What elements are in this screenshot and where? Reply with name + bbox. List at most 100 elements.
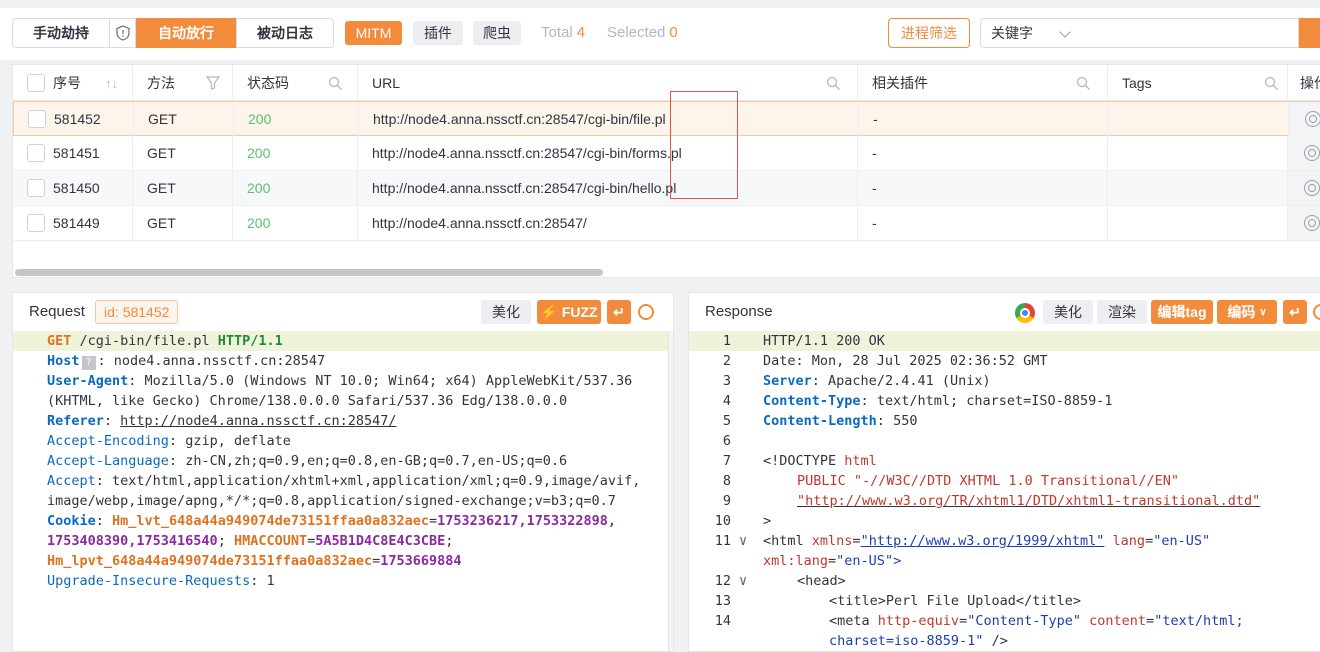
- search-input[interactable]: [1079, 18, 1299, 48]
- chevron-down-icon: [1059, 26, 1071, 38]
- col-seq[interactable]: 序号 ↑↓: [13, 65, 133, 101]
- shield-icon[interactable]: [110, 18, 136, 48]
- total-count: Total 4: [541, 24, 585, 41]
- encode-label: 编码: [1227, 304, 1256, 320]
- browser-open-icon[interactable]: [1304, 180, 1320, 196]
- fuzz-button[interactable]: ⚡ FUZZ: [537, 300, 601, 324]
- auto-release-button[interactable]: 自动放行: [136, 18, 236, 48]
- fuzz-label: FUZZ: [561, 304, 598, 320]
- col-status-label: 状态码: [247, 75, 289, 91]
- select-all-checkbox[interactable]: [27, 74, 45, 92]
- table-row[interactable]: 581450 GET 200 http://node4.anna.nssctf.…: [13, 171, 1320, 206]
- col-tags[interactable]: Tags: [1108, 65, 1288, 101]
- row-checkbox[interactable]: [28, 110, 46, 128]
- row-status: 200: [233, 136, 358, 170]
- row-url: http://node4.anna.nssctf.cn:28547/cgi-bi…: [359, 102, 859, 136]
- process-filter-button[interactable]: 进程筛选: [888, 18, 970, 48]
- passive-log-button[interactable]: 被动日志: [236, 18, 334, 48]
- chrome-icon[interactable]: [1015, 303, 1035, 323]
- send-button[interactable]: ↵: [607, 300, 631, 324]
- mitm-tab[interactable]: MITM: [345, 21, 402, 45]
- filter-icon[interactable]: [206, 76, 220, 90]
- browser-open-icon[interactable]: [1304, 215, 1320, 231]
- row-method: GET: [134, 102, 234, 136]
- row-method: GET: [133, 206, 233, 240]
- beautify-button[interactable]: 美化: [481, 300, 531, 324]
- render-button[interactable]: 渲染: [1097, 300, 1147, 324]
- row-id: 581450: [53, 180, 100, 196]
- search-icon[interactable]: [1076, 76, 1091, 91]
- search-icon[interactable]: [826, 76, 841, 91]
- sort-icon[interactable]: ↑↓: [105, 76, 118, 91]
- vertical-scrollbar[interactable]: [668, 331, 673, 651]
- enter-icon: ↵: [613, 303, 625, 320]
- crawler-tab[interactable]: 爬虫: [473, 21, 521, 45]
- row-tags: [1108, 171, 1288, 205]
- browser-open-icon[interactable]: [1305, 111, 1320, 127]
- browser-open-icon[interactable]: [1304, 145, 1320, 161]
- row-status: 200: [233, 171, 358, 205]
- col-url[interactable]: URL: [358, 65, 858, 101]
- search-icon[interactable]: [1264, 76, 1279, 91]
- row-url: http://node4.anna.nssctf.cn:28547/cgi-bi…: [358, 171, 858, 205]
- col-method-label: 方法: [147, 75, 175, 91]
- col-url-label: URL: [372, 75, 401, 91]
- keyword-select[interactable]: 关键字: [980, 18, 1080, 48]
- table-row[interactable]: 581452 GET 200 http://node4.anna.nssctf.…: [13, 101, 1320, 136]
- total-label: Total: [541, 24, 573, 41]
- col-tags-label: Tags: [1122, 75, 1152, 91]
- row-plugins: -: [859, 102, 1109, 136]
- row-url: http://node4.anna.nssctf.cn:28547/: [358, 206, 858, 240]
- row-checkbox[interactable]: [27, 179, 45, 197]
- request-id-label: id:: [104, 304, 119, 320]
- plugin-tab[interactable]: 插件: [413, 21, 463, 45]
- enter-icon: ↵: [1289, 303, 1301, 320]
- gear-icon[interactable]: [638, 304, 654, 320]
- selected-count: Selected 0: [607, 24, 678, 41]
- help-icon[interactable]: ?: [81, 356, 96, 370]
- row-plugins: -: [858, 171, 1108, 205]
- request-header: Request id: 581452 美化 ⚡ FUZZ ↵: [13, 293, 673, 331]
- col-method[interactable]: 方法: [133, 65, 233, 101]
- col-ops: 操作: [1288, 65, 1320, 101]
- table-header: 序号 ↑↓ 方法 状态码 URL 相关插件 Tags 操作: [13, 65, 1320, 101]
- request-id-badge: id: 581452: [95, 300, 179, 324]
- row-checkbox[interactable]: [27, 214, 45, 232]
- response-panel: Response 美化 渲染 编辑tag 编码 ∨ ↵ 1 2 3 4 5 6 7…: [688, 292, 1320, 652]
- fold-chevron-icon[interactable]: ∨: [739, 571, 747, 591]
- row-url: http://node4.anna.nssctf.cn:28547/cgi-bi…: [358, 136, 858, 170]
- table-row[interactable]: 581451 GET 200 http://node4.anna.nssctf.…: [13, 136, 1320, 171]
- search-button[interactable]: [1299, 18, 1320, 48]
- col-ops-label: 操作: [1300, 75, 1320, 91]
- search-icon[interactable]: [328, 76, 343, 91]
- edit-tag-button[interactable]: 编辑tag: [1151, 300, 1213, 324]
- row-tags: [1108, 206, 1288, 240]
- request-panel: Request id: 581452 美化 ⚡ FUZZ ↵ GET /cgi-b…: [12, 292, 674, 652]
- request-title: Request: [29, 303, 85, 320]
- col-status[interactable]: 状态码: [233, 65, 358, 101]
- row-plugins: -: [858, 206, 1108, 240]
- row-method: GET: [133, 171, 233, 205]
- beautify-button[interactable]: 美化: [1043, 300, 1093, 324]
- row-tags: [1109, 102, 1289, 136]
- col-plugins[interactable]: 相关插件: [858, 65, 1108, 101]
- response-header: Response 美化 渲染 编辑tag 编码 ∨ ↵: [689, 293, 1320, 331]
- selected-value: 0: [669, 24, 678, 41]
- col-plugins-label: 相关插件: [872, 75, 928, 91]
- col-seq-label: 序号: [53, 75, 81, 91]
- gear-icon[interactable]: [1313, 304, 1320, 320]
- lightning-icon: ⚡: [540, 303, 558, 320]
- horizontal-scrollbar[interactable]: [15, 269, 603, 276]
- encode-dropdown[interactable]: 编码 ∨: [1217, 300, 1277, 324]
- row-id: 581452: [54, 111, 101, 127]
- fold-chevron-icon[interactable]: ∨: [739, 531, 747, 551]
- row-checkbox[interactable]: [27, 144, 45, 162]
- manual-hijack-button[interactable]: 手动劫持: [12, 18, 110, 48]
- keyword-select-value: 关键字: [991, 25, 1033, 41]
- send-button[interactable]: ↵: [1283, 300, 1307, 324]
- selected-label: Selected: [607, 24, 666, 41]
- row-tags: [1108, 136, 1288, 170]
- top-toolbar: 手动劫持 自动放行 被动日志 MITM 插件 爬虫 Total 4 Selecte…: [0, 8, 1320, 60]
- table-row[interactable]: 581449 GET 200 http://node4.anna.nssctf.…: [13, 206, 1320, 241]
- row-status: 200: [234, 102, 359, 136]
